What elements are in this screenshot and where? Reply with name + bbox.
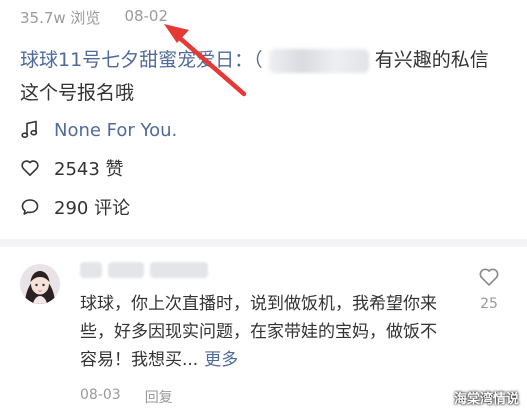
more-link[interactable]: 更多 <box>204 350 238 370</box>
post-date: 08-02 <box>124 7 169 25</box>
post-caption: 球球11号七夕甜蜜宠爱日：（ 有兴趣的私信这个号报名哦 <box>20 44 500 110</box>
comment-date: 08-03 <box>80 387 121 403</box>
comments-count: 290 评论 <box>54 198 131 219</box>
avatar[interactable] <box>20 264 60 304</box>
reply-button[interactable]: 回复 <box>145 387 173 407</box>
post-meta: 35.7w 浏览 08-02 <box>20 7 168 28</box>
comment-meta: 08-03 回复 <box>80 387 173 407</box>
likes-row[interactable]: 2543 赞 <box>20 155 124 181</box>
music-note-icon <box>21 120 38 138</box>
caption-topic-link[interactable]: 球球11号七夕甜蜜宠爱日：（ <box>20 49 263 71</box>
view-count: 35.7w 浏览 <box>20 9 101 27</box>
music-title-link[interactable]: None For You. <box>54 120 177 141</box>
music-row[interactable]: None For You. <box>20 117 177 143</box>
blurred-mention <box>268 48 369 73</box>
comments-row[interactable]: 290 评论 <box>20 194 130 220</box>
heart-outline-icon[interactable] <box>20 158 40 178</box>
likes-count: 2543 赞 <box>54 159 124 180</box>
avatar-image <box>20 264 60 304</box>
heart-outline-icon[interactable] <box>478 266 500 288</box>
watermark: 海棠湾情说 <box>453 392 519 407</box>
comment-text: 球球，你上次直播时，说到做饭机，我希望你来些，好多因现实问题，在家带娃的宝妈，做… <box>80 294 437 370</box>
blurred-username <box>80 262 208 278</box>
comment-like[interactable]: 25 <box>477 266 501 312</box>
post-detail-page: 35.7w 浏览 08-02 球球11号七夕甜蜜宠爱日：（ 有兴趣的私信这个号报名… <box>0 0 527 413</box>
comment-body: 球球，你上次直播时，说到做饭机，我希望你来些，好多因现实问题，在家带娃的宝妈，做… <box>80 290 448 374</box>
comment-like-count: 25 <box>480 296 498 312</box>
comment-bubble-icon[interactable] <box>20 197 40 217</box>
section-divider <box>0 239 527 247</box>
